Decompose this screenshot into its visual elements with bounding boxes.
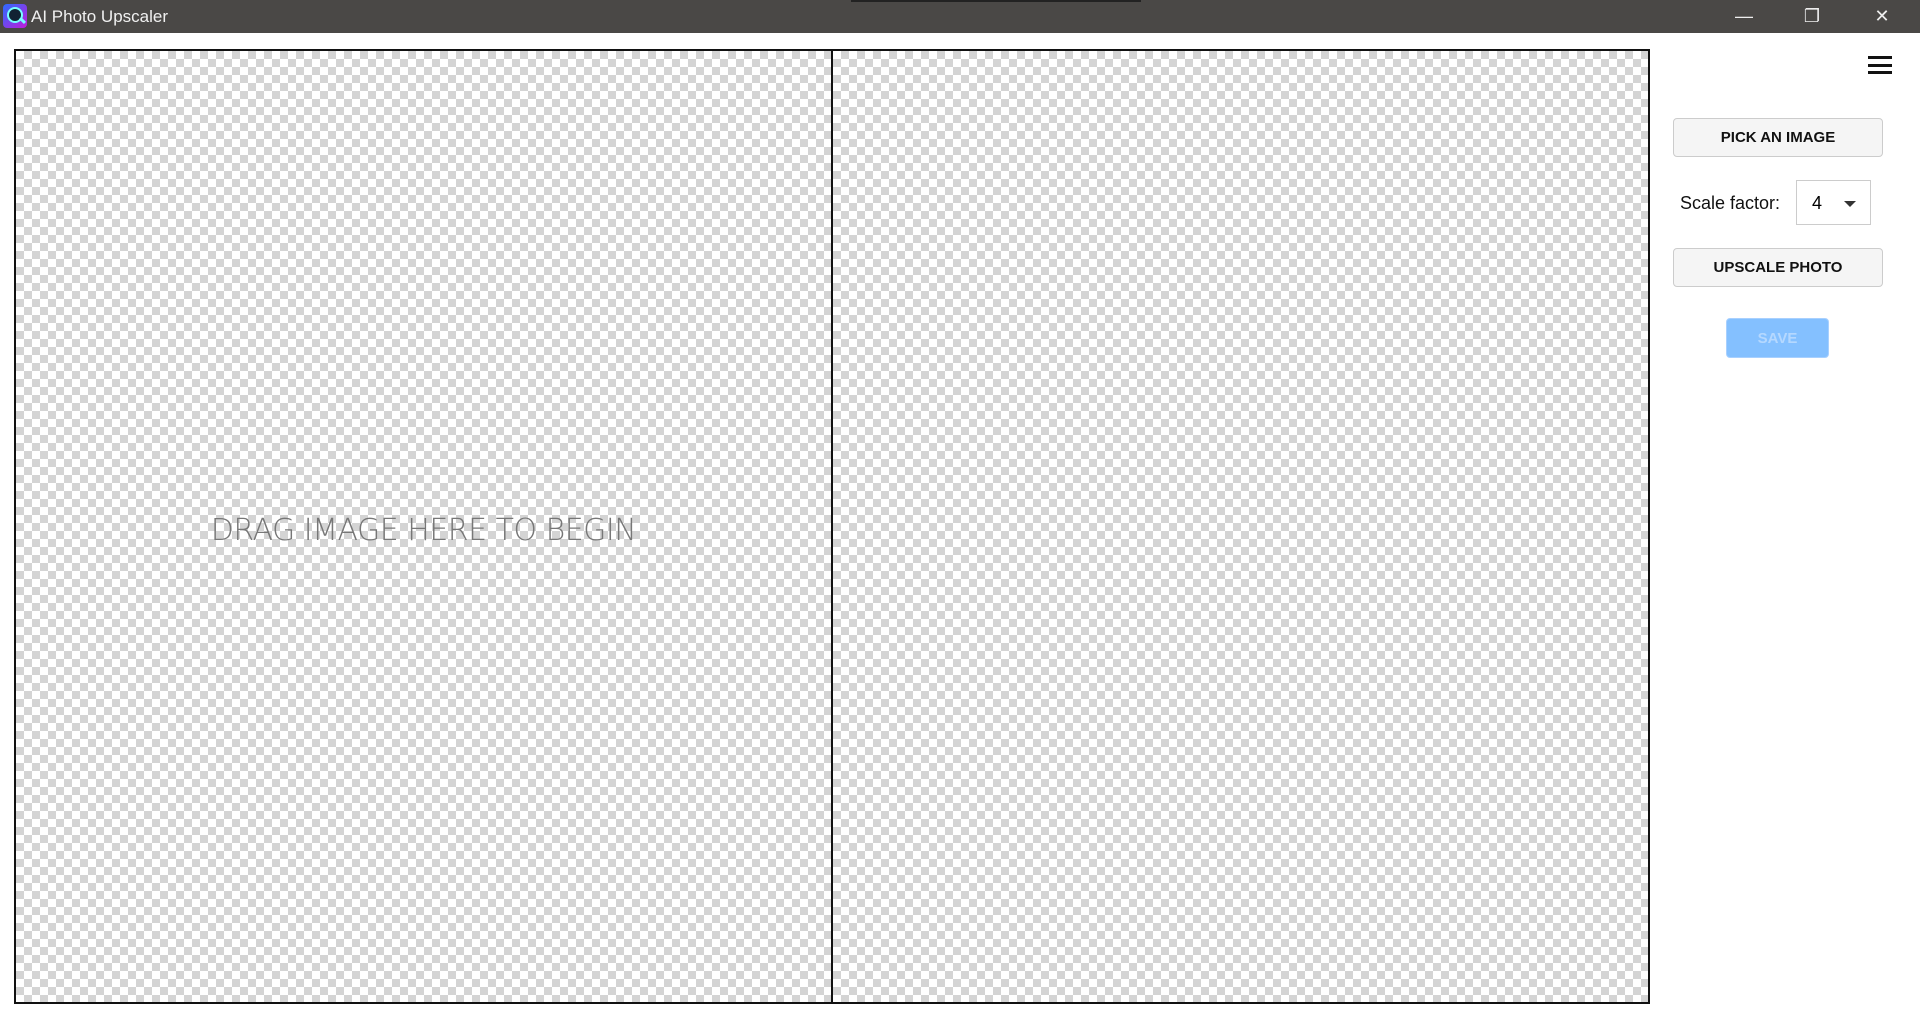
source-image-drop-area[interactable]: DRAG IMAGE HERE TO BEGIN [14,49,833,1004]
save-button[interactable]: SAVE [1726,318,1829,358]
window-title: AI Photo Upscaler [31,7,169,26]
close-button[interactable]: ✕ [1852,0,1912,33]
upscale-photo-button[interactable]: UPSCALE PHOTO [1673,248,1883,287]
scale-factor-select[interactable]: 4 [1796,180,1871,225]
app-logo-icon [3,4,27,28]
chevron-down-icon [1844,201,1856,207]
drag-indicator [851,0,1141,2]
scale-factor-label: Scale factor: [1680,193,1781,213]
title-bar: AI Photo Upscaler — ❐ ✕ [0,0,1920,33]
drop-hint: DRAG IMAGE HERE TO BEGIN [210,513,637,548]
maximize-button[interactable]: ❐ [1782,0,1842,33]
minimize-button[interactable]: — [1714,0,1774,33]
upscaled-image-preview [831,49,1650,1004]
scale-factor-value: 4 [1812,193,1823,213]
hamburger-menu-icon[interactable] [1868,55,1892,75]
pick-image-button[interactable]: PICK AN IMAGE [1673,118,1883,157]
